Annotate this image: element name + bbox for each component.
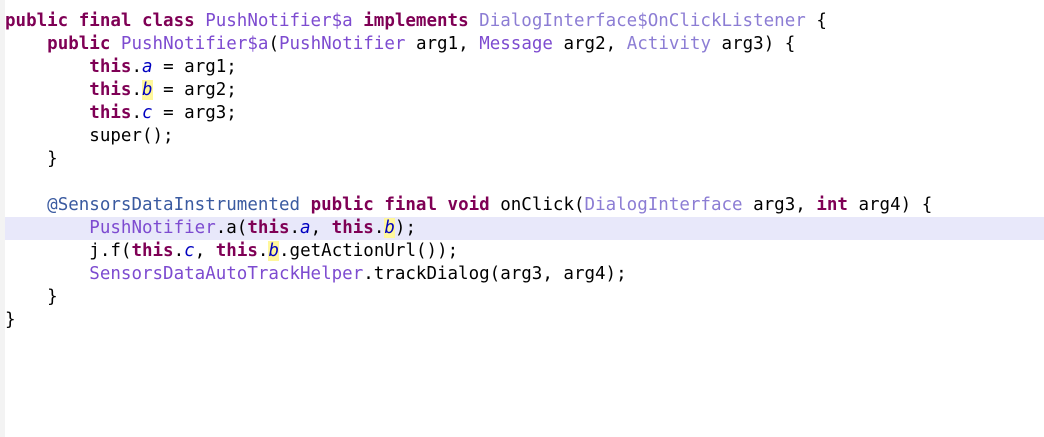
code-token: . — [131, 103, 142, 123]
code-token: b — [384, 218, 395, 238]
code-token: onClick( — [489, 195, 585, 215]
code-token: . — [131, 57, 142, 77]
code-line[interactable]: @SensorsDataInstrumented public final vo… — [5, 194, 1044, 217]
code-token: public final void — [310, 195, 490, 215]
code-line[interactable]: j.f(this.c, this.b.getActionUrl()); — [5, 240, 1044, 263]
code-token: . — [131, 80, 142, 100]
code-token: , — [194, 241, 216, 261]
code-token: arg4) { — [847, 195, 933, 215]
code-token: public — [47, 34, 121, 54]
code-token: , — [310, 218, 332, 238]
code-token: Activity — [626, 34, 712, 54]
code-token: = arg3; — [152, 103, 237, 123]
code-token: this — [215, 241, 258, 261]
code-line[interactable]: this.c = arg3; — [5, 102, 1044, 125]
code-token: .a( — [215, 218, 248, 238]
code-token: PushNotifier — [89, 218, 216, 238]
code-token: int — [816, 195, 848, 215]
code-token: c — [184, 241, 195, 261]
code-line[interactable]: } — [5, 286, 1044, 309]
code-token: super(); — [5, 126, 174, 146]
code-token: c — [142, 103, 153, 123]
code-token: } — [5, 310, 16, 330]
code-token: . — [289, 218, 301, 238]
code-token: PushNotifier$a — [120, 34, 269, 54]
code-area[interactable]: public final class PushNotifier$a implem… — [5, 10, 1044, 332]
code-token: this — [247, 218, 290, 238]
code-token: . — [173, 241, 185, 261]
code-token: arg3) { — [711, 34, 796, 54]
code-line[interactable]: super(); — [5, 125, 1044, 148]
code-token: arg2, — [552, 34, 627, 54]
code-token: b — [268, 241, 280, 261]
code-line[interactable]: SensorsDataAutoTrackHelper.trackDialog(a… — [5, 263, 1044, 286]
code-line[interactable]: this.a = arg1; — [5, 56, 1044, 79]
code-token: { — [805, 11, 827, 31]
code-token: Message — [479, 34, 553, 54]
code-token: implements — [363, 11, 469, 31]
code-token: b — [142, 80, 153, 100]
code-token: . — [257, 241, 269, 261]
code-line[interactable]: this.b = arg2; — [5, 79, 1044, 102]
code-line[interactable]: public PushNotifier$a(PushNotifier arg1,… — [5, 33, 1044, 56]
code-token: this — [131, 241, 174, 261]
code-token: public final class — [5, 11, 206, 31]
code-token: a — [300, 218, 311, 238]
code-line[interactable]: public final class PushNotifier$a implem… — [5, 10, 1044, 33]
code-token: DialogInterface — [584, 195, 743, 215]
code-line-current[interactable]: PushNotifier.a(this.a, this.b); — [5, 217, 1044, 240]
code-editor[interactable]: public final class PushNotifier$a implem… — [0, 0, 1044, 437]
code-token: .trackDialog(arg3, arg4); — [363, 264, 627, 284]
code-token: DialogInterface$OnClickListener — [479, 11, 806, 31]
code-token: ); — [394, 218, 416, 238]
code-token: this — [89, 80, 132, 100]
code-token: } — [5, 287, 58, 307]
code-token: this — [89, 57, 132, 77]
code-token: .getActionUrl()); — [279, 241, 459, 261]
code-token: arg3, — [742, 195, 817, 215]
code-token: PushNotifier — [278, 34, 406, 54]
code-token: PushNotifier$a — [205, 11, 353, 31]
code-token: this — [89, 103, 132, 123]
code-token: = arg2; — [152, 80, 237, 100]
code-token: j.f( — [5, 241, 132, 261]
code-token: . — [373, 218, 385, 238]
code-token: = arg1; — [152, 57, 237, 77]
code-token: ( — [268, 34, 279, 54]
code-token: SensorsDataAutoTrackHelper — [89, 264, 364, 284]
code-token: a — [142, 57, 153, 77]
code-line[interactable] — [5, 171, 1044, 194]
code-line[interactable]: } — [5, 148, 1044, 171]
code-line[interactable]: } — [5, 309, 1044, 332]
code-token: } — [5, 149, 58, 169]
code-token: arg1, — [405, 34, 480, 54]
code-token: @SensorsDataInstrumented — [47, 195, 301, 215]
code-token: this — [331, 218, 374, 238]
